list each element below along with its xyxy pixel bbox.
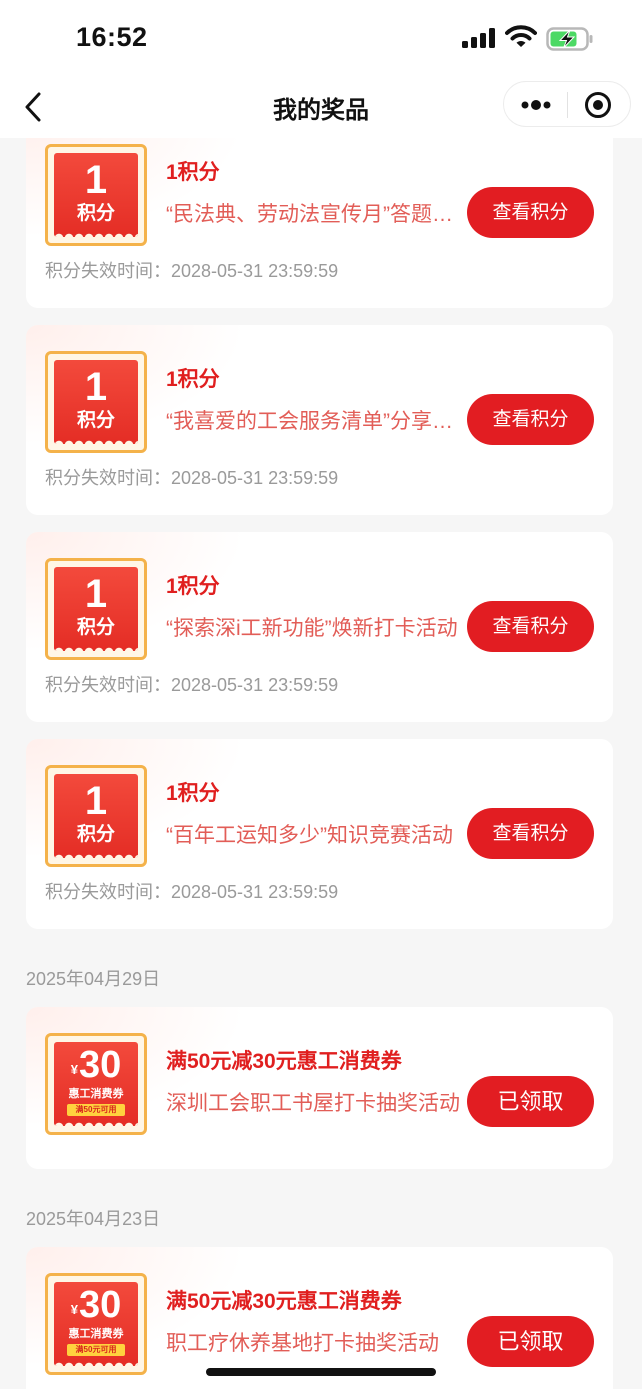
nav-bar: 我的奖品 <box>0 76 642 138</box>
prize-title: 满50元减30元惠工消费券 <box>166 1290 402 1313</box>
coupon-amount: ¥30 <box>54 1283 138 1332</box>
points-unit: 积分 <box>76 410 115 431</box>
expire-time: 积分失效时间：2028-05-31 23:59:59 <box>45 675 339 695</box>
coupon-value: 30 <box>78 1284 122 1326</box>
prize-title: 1积分 <box>166 782 220 805</box>
capsule-divider <box>567 92 568 118</box>
prize-source: “民法典、劳动法宣传月”答题活动 <box>166 203 462 226</box>
prize-title: 1积分 <box>166 368 220 391</box>
claimed-button[interactable]: 已领取 <box>467 1316 594 1367</box>
battery-charging-icon <box>546 27 593 51</box>
points-badge: 1 积分 <box>45 558 147 660</box>
points-amount: 1 <box>84 158 108 202</box>
points-badge-face: 1 积分 <box>54 567 138 651</box>
currency-symbol: ¥ <box>70 1302 78 1317</box>
points-amount: 1 <box>84 572 108 616</box>
wifi-icon <box>505 25 537 47</box>
claimed-button[interactable]: 已领取 <box>467 1076 594 1127</box>
coupon-value: 30 <box>78 1044 122 1086</box>
points-badge-face: 1 积分 <box>54 774 138 858</box>
expire-time: 积分失效时间：2028-05-31 23:59:59 <box>45 261 339 281</box>
points-amount: 1 <box>84 365 108 409</box>
prize-source: 职工疗休养基地打卡抽奖活动 <box>166 1332 439 1355</box>
prize-source: “探索深i工新功能”焕新打卡活动 <box>166 617 458 640</box>
coupon-amount: ¥30 <box>54 1043 138 1092</box>
points-unit: 积分 <box>76 824 115 845</box>
coupon-badge: ¥30 惠工消费券 满50元可用 <box>45 1273 147 1375</box>
more-dots-icon[interactable] <box>518 94 554 116</box>
expire-time: 积分失效时间：2028-05-31 23:59:59 <box>45 468 339 488</box>
prize-list: 1 积分 1积分 “民法典、劳动法宣传月”答题活动 查看积分 积分失效时间：20… <box>0 138 642 1389</box>
points-card: 1 积分 1积分 “探索深i工新功能”焕新打卡活动 查看积分 积分失效时间：20… <box>26 532 613 722</box>
points-card: 1 积分 1积分 “民法典、劳动法宣传月”答题活动 查看积分 积分失效时间：20… <box>26 138 613 308</box>
prize-source: 深圳工会职工书屋打卡抽奖活动 <box>166 1092 460 1115</box>
target-icon[interactable] <box>584 91 612 119</box>
points-card: 1 积分 1积分 “百年工运知多少”知识竞赛活动 查看积分 积分失效时间：202… <box>26 739 613 929</box>
view-points-button[interactable]: 查看积分 <box>467 808 594 859</box>
points-unit: 积分 <box>76 617 115 638</box>
status-bar: 16:52 <box>0 0 642 76</box>
prize-source: “百年工运知多少”知识竞赛活动 <box>166 824 453 847</box>
coupon-card: ¥30 惠工消费券 满50元可用 满50元减30元惠工消费券 深圳工会职工书屋打… <box>26 1007 613 1169</box>
points-badge-face: 1 积分 <box>54 360 138 444</box>
currency-symbol: ¥ <box>70 1062 78 1077</box>
prize-title: 1积分 <box>166 575 220 598</box>
coupon-badge-face: ¥30 惠工消费券 满50元可用 <box>54 1042 138 1126</box>
coupon-badge: ¥30 惠工消费券 满50元可用 <box>45 1033 147 1135</box>
points-card: 1 积分 1积分 “我喜爱的工会服务清单”分享活动 查看积分 积分失效时间：20… <box>26 325 613 515</box>
prize-title: 1积分 <box>166 161 220 184</box>
coupon-label: 惠工消费券 <box>68 1328 124 1340</box>
coupon-badge-face: ¥30 惠工消费券 满50元可用 <box>54 1282 138 1366</box>
points-unit: 积分 <box>76 203 115 224</box>
view-points-button[interactable]: 查看积分 <box>467 601 594 652</box>
coupon-condition: 满50元可用 <box>67 1344 125 1356</box>
date-label: 2025年04月29日 <box>26 969 161 989</box>
points-badge: 1 积分 <box>45 765 147 867</box>
prize-title: 满50元减30元惠工消费券 <box>166 1050 402 1073</box>
points-badge-face: 1 积分 <box>54 153 138 237</box>
view-points-button[interactable]: 查看积分 <box>467 394 594 445</box>
mini-program-capsule <box>503 81 631 127</box>
home-indicator <box>206 1368 436 1376</box>
points-amount: 1 <box>84 779 108 823</box>
coupon-label: 惠工消费券 <box>68 1088 124 1100</box>
points-badge: 1 积分 <box>45 351 147 453</box>
points-badge: 1 积分 <box>45 144 147 246</box>
signal-icon <box>462 28 495 48</box>
expire-time: 积分失效时间：2028-05-31 23:59:59 <box>45 882 339 902</box>
coupon-condition: 满50元可用 <box>67 1104 125 1116</box>
date-label: 2025年04月23日 <box>26 1209 161 1229</box>
prize-source: “我喜爱的工会服务清单”分享活动 <box>166 410 462 433</box>
view-points-button[interactable]: 查看积分 <box>467 187 594 238</box>
status-time: 16:52 <box>76 22 148 52</box>
